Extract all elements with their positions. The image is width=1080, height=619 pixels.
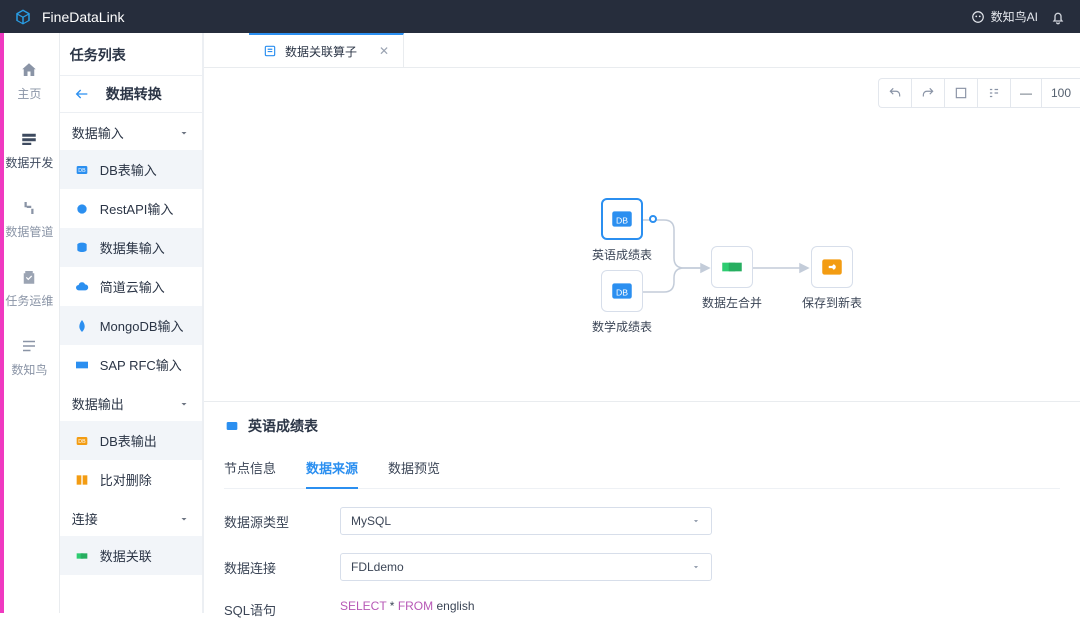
- chevron-down-icon: [691, 562, 701, 572]
- nav-shuzhiniao[interactable]: 数知鸟: [11, 337, 47, 378]
- output-port[interactable]: [649, 215, 657, 223]
- node-english[interactable]: DB 英语成绩表: [592, 198, 652, 263]
- canvas[interactable]: DB 英语成绩表 DB 数学成绩表 数据左合并 保存到新表: [204, 68, 1080, 401]
- main: 数据关联算子 ✕ — 100: [203, 33, 1080, 613]
- group-connect[interactable]: 连接: [60, 499, 202, 536]
- canvas-wrap: — 100 DB 英语成绩表 DB 数学成绩表: [204, 68, 1080, 401]
- select-conn[interactable]: FDLdemo: [340, 553, 712, 581]
- editor-tabs: 数据关联算子 ✕: [204, 33, 1080, 68]
- item-db-table-input[interactable]: DBDB表输入: [60, 150, 202, 189]
- subtab-node-info[interactable]: 节点信息: [224, 452, 276, 488]
- task-panel-title: 任务列表: [60, 33, 202, 75]
- label-sql: SQL语句: [224, 600, 340, 619]
- nav-ops[interactable]: 任务运维: [5, 268, 53, 309]
- join-icon: [74, 548, 90, 564]
- subtab-data-source[interactable]: 数据来源: [306, 452, 358, 489]
- tab-icon: [263, 44, 277, 58]
- leftnav: 主页 数据开发 数据管道 任务运维 数知鸟: [0, 33, 60, 613]
- item-sap-rfc-input[interactable]: SAP RFC输入: [60, 345, 202, 384]
- node-detail-panel: 英语成绩表 节点信息 数据来源 数据预览 数据源类型 MySQL 数据连接 FD…: [204, 401, 1080, 613]
- mongodb-icon: [74, 318, 90, 334]
- chevron-down-icon: [178, 127, 190, 139]
- node-join[interactable]: 数据左合并: [702, 246, 762, 311]
- item-db-table-output[interactable]: DBDB表输出: [60, 421, 202, 460]
- back-label: 数据转换: [106, 84, 162, 104]
- item-data-join[interactable]: 数据关联: [60, 536, 202, 575]
- home-icon: [20, 61, 38, 79]
- subtab-data-preview[interactable]: 数据预览: [388, 452, 440, 488]
- brand: FineDataLink: [14, 8, 125, 26]
- chevron-down-icon: [178, 513, 190, 525]
- close-icon[interactable]: ✕: [379, 44, 389, 58]
- select-ds-type[interactable]: MySQL: [340, 507, 712, 535]
- nav-home[interactable]: 主页: [17, 61, 41, 102]
- svg-text:DB: DB: [616, 215, 628, 225]
- back-icon[interactable]: [74, 86, 90, 102]
- dev-icon: [20, 130, 38, 148]
- dataset-icon: [74, 240, 90, 256]
- label-conn: 数据连接: [224, 558, 340, 577]
- label-ds-type: 数据源类型: [224, 512, 340, 531]
- item-jiandaoyun-input[interactable]: 简道云输入: [60, 267, 202, 306]
- brand-icon: [14, 8, 32, 26]
- compare-delete-icon: [74, 472, 90, 488]
- tab-data-join-operator[interactable]: 数据关联算子 ✕: [249, 33, 404, 67]
- detail-subtabs: 节点信息 数据来源 数据预览: [224, 452, 1060, 489]
- db-input-icon: DB: [74, 162, 90, 178]
- item-dataset-input[interactable]: 数据集输入: [60, 228, 202, 267]
- svg-text:DB: DB: [78, 168, 86, 174]
- detail-title: 英语成绩表: [248, 416, 318, 436]
- svg-text:DB: DB: [78, 439, 86, 445]
- chevron-down-icon: [178, 398, 190, 410]
- db-input-icon: [224, 418, 240, 434]
- group-input[interactable]: 数据输入: [60, 113, 202, 150]
- accent-strip: [0, 33, 4, 613]
- node-save[interactable]: 保存到新表: [802, 246, 862, 311]
- item-compare-delete[interactable]: 比对删除: [60, 460, 202, 499]
- node-math[interactable]: DB 数学成绩表: [592, 270, 652, 335]
- item-mongodb-input[interactable]: MongoDB输入: [60, 306, 202, 345]
- item-restapi-input[interactable]: RestAPI输入: [60, 189, 202, 228]
- notifications-icon[interactable]: [1050, 9, 1066, 25]
- sap-icon: [74, 357, 90, 373]
- sql-editor[interactable]: SELECT * FROM english: [340, 599, 1060, 619]
- api-icon: [74, 201, 90, 217]
- nav-data-dev[interactable]: 数据开发: [5, 130, 53, 171]
- list-icon: [20, 337, 38, 355]
- db-output-icon: DB: [74, 433, 90, 449]
- chevron-down-icon: [691, 516, 701, 526]
- task-panel: 任务列表 数据转换 数据输入 DBDB表输入 RestAPI输入 数据集输入 简…: [60, 33, 203, 613]
- group-output[interactable]: 数据输出: [60, 384, 202, 421]
- nav-pipeline[interactable]: 数据管道: [5, 199, 53, 240]
- ai-icon: [971, 10, 985, 24]
- topbar: FineDataLink 数知鸟AI: [0, 0, 1080, 33]
- ops-icon: [20, 268, 38, 286]
- cloud-icon: [74, 279, 90, 295]
- brand-label: FineDataLink: [42, 9, 125, 25]
- svg-text:DB: DB: [616, 287, 628, 297]
- pipeline-icon: [20, 199, 38, 217]
- ai-assistant-link[interactable]: 数知鸟AI: [971, 8, 1038, 25]
